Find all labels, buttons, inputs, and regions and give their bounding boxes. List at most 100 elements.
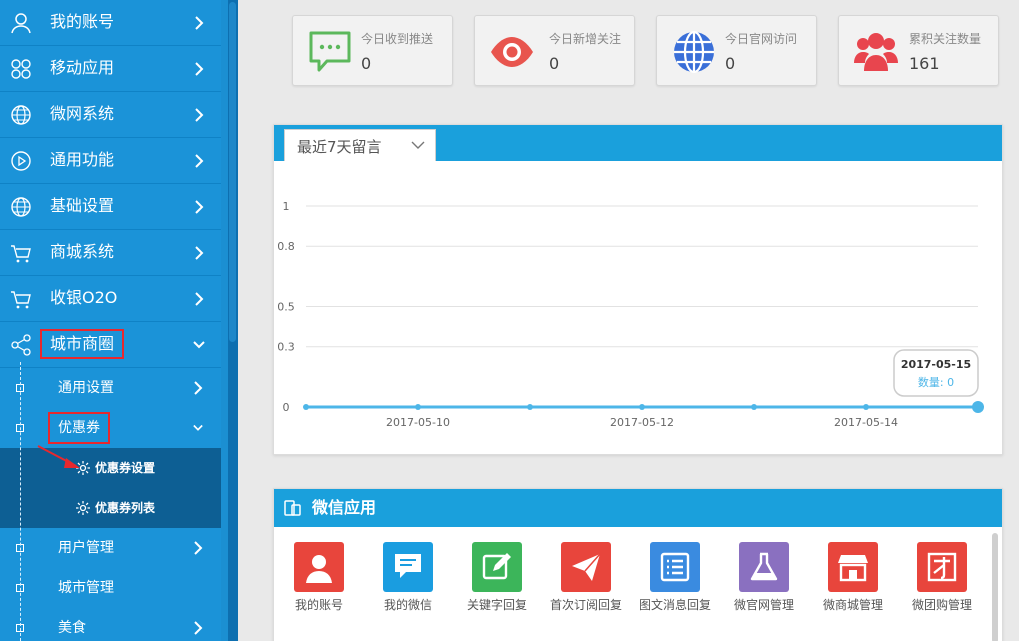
sidebar-subitem-user-management[interactable]: 用户管理: [0, 528, 221, 568]
stat-card-pushes: 今日收到推送 0: [292, 15, 453, 86]
sidebar-subitem-label: 城市管理: [58, 580, 114, 596]
y-tick-label: 0.5: [277, 301, 295, 314]
user-icon: [306, 555, 332, 583]
app-label: 微商城管理: [822, 598, 883, 612]
sidebar-item-label: 基础设置: [50, 196, 115, 215]
sidebar-item-label: 商城系统: [50, 242, 115, 261]
sidebar-subitem-label: 优惠券设置: [95, 461, 156, 475]
stat-card-new-followers: 今日新增关注 0: [474, 15, 635, 86]
sidebar-item-basic-settings[interactable]: 基础设置: [0, 184, 221, 230]
range-select[interactable]: 最近7天留言: [284, 129, 436, 161]
stat-title: 累积关注数量: [909, 32, 982, 46]
globe-icon: [11, 197, 31, 217]
flask-icon: [750, 552, 778, 581]
app-group-buy[interactable]: 微团购管理: [897, 542, 987, 613]
sidebar-subitem-coupon-list[interactable]: 优惠券列表: [0, 488, 221, 528]
chat-icon: [395, 554, 421, 578]
stat-title: 今日新增关注: [549, 32, 622, 46]
range-select-value: 最近7天留言: [297, 138, 382, 156]
data-point: [639, 404, 645, 410]
apps-icon: [11, 59, 31, 79]
app-keyword-reply[interactable]: 关键字回复: [452, 542, 542, 613]
stat-value: 0: [725, 54, 736, 73]
globe-icon: [11, 105, 31, 125]
app-micro-mall[interactable]: 微商城管理: [808, 542, 898, 613]
chevron-right-icon: [195, 16, 204, 30]
app-news-reply[interactable]: 图文消息回复: [630, 542, 720, 613]
scrollbar-thumb[interactable]: [229, 2, 236, 342]
sidebar-item-label: 我的账号: [50, 12, 115, 31]
data-point: [415, 404, 421, 410]
sidebar-subitem-coupons[interactable]: 优惠券: [0, 408, 221, 448]
group-icon: [927, 552, 957, 582]
message-icon: [309, 31, 351, 72]
app-tile[interactable]: [739, 542, 789, 592]
y-tick-label: 1: [283, 200, 290, 213]
app-tile[interactable]: [917, 542, 967, 592]
stat-value: 0: [361, 54, 372, 73]
sidebar-item-label: 收银O2O: [50, 288, 118, 307]
chevron-right-icon: [194, 621, 203, 635]
sidebar-scrollbar[interactable]: [228, 0, 238, 641]
gear-icon: [76, 501, 90, 515]
app-tile[interactable]: [383, 542, 433, 592]
app-label: 图文消息回复: [638, 598, 711, 612]
sidebar-subitem-general-settings[interactable]: 通用设置: [0, 368, 221, 408]
app-my-wechat[interactable]: 我的微信: [363, 542, 453, 613]
stat-card-total-followers: 累积关注数量 161: [838, 15, 999, 86]
app-tile[interactable]: [472, 542, 522, 592]
sidebar-item-my-account[interactable]: 我的账号: [0, 0, 221, 46]
apps-scrollbar[interactable]: [992, 533, 998, 641]
sidebar-subitem-city-management[interactable]: 城市管理: [0, 568, 221, 608]
sidebar-item-mobile-apps[interactable]: 移动应用: [0, 46, 221, 92]
sidebar-menu: 我的账号 移动应用 微网系统 通用功能 基础设置 商城系统 收银O2O 城市商圈…: [0, 0, 221, 641]
sidebar-item-label: 通用功能: [50, 150, 115, 169]
app-first-subscribe-reply[interactable]: 首次订阅回复: [541, 542, 631, 613]
chevron-right-icon: [194, 541, 203, 555]
sidebar-item-mall-system[interactable]: 商城系统: [0, 230, 221, 276]
app-tile[interactable]: [650, 542, 700, 592]
chevron-right-icon: [195, 246, 204, 260]
tooltip-date: 2017-05-15: [901, 358, 971, 371]
x-tick-label: 2017-05-14: [834, 416, 898, 429]
x-tick-label: 2017-05-10: [386, 416, 450, 429]
stat-value: 0: [549, 54, 560, 73]
app-tile[interactable]: [561, 542, 611, 592]
share-icon: [11, 334, 31, 356]
stat-title: 今日官网访问: [725, 32, 798, 46]
app-tile[interactable]: [828, 542, 878, 592]
app-my-account[interactable]: 我的账号: [274, 542, 364, 613]
apps-panel-title: 微信应用: [312, 498, 377, 517]
y-tick-label: 0.3: [277, 341, 295, 354]
stat-value: 161: [909, 54, 940, 73]
city-business-submenu: 通用设置 优惠券 优惠券设置 优惠券列表 用户管理 城市管理 美食: [0, 368, 221, 641]
chevron-down-icon: [411, 141, 425, 149]
globe-icon: [674, 30, 714, 74]
app-tile[interactable]: [294, 542, 344, 592]
sidebar-item-cashier-o2o[interactable]: 收银O2O: [0, 276, 221, 322]
play-circle-icon: [11, 151, 31, 171]
tree-connector-line: [20, 362, 21, 641]
sidebar-subitem-label: 美食: [58, 620, 86, 636]
app-label: 首次订阅回复: [549, 598, 622, 612]
app-micro-site[interactable]: 微官网管理: [719, 542, 809, 613]
sidebar-subitem-food[interactable]: 美食: [0, 608, 221, 641]
sidebar-item-city-business[interactable]: 城市商圈: [0, 322, 221, 368]
messages-chart-panel: 最近7天留言 1 0.8 0.5 0.3 0 2017-05-10 2017-05-12 20…: [273, 124, 1003, 455]
sidebar-subitem-coupon-settings[interactable]: 优惠券设置: [0, 448, 221, 488]
tooltip-value: 数量: 0: [918, 376, 954, 389]
chevron-right-icon: [195, 200, 204, 214]
app-label: 我的微信: [383, 598, 432, 612]
eye-icon: [491, 37, 533, 67]
sidebar-item-micro-site[interactable]: 微网系统: [0, 92, 221, 138]
shop-icon: [838, 555, 868, 582]
chevron-right-icon: [194, 381, 203, 395]
edit-icon: [482, 553, 511, 580]
sidebar-item-general-functions[interactable]: 通用功能: [0, 138, 221, 184]
chart-tooltip: [893, 349, 979, 397]
sidebar-subitem-label: 优惠券: [48, 412, 110, 444]
chevron-right-icon: [195, 292, 204, 306]
users-icon: [854, 33, 898, 71]
app-label: 微团购管理: [911, 598, 972, 612]
data-point: [972, 401, 984, 413]
